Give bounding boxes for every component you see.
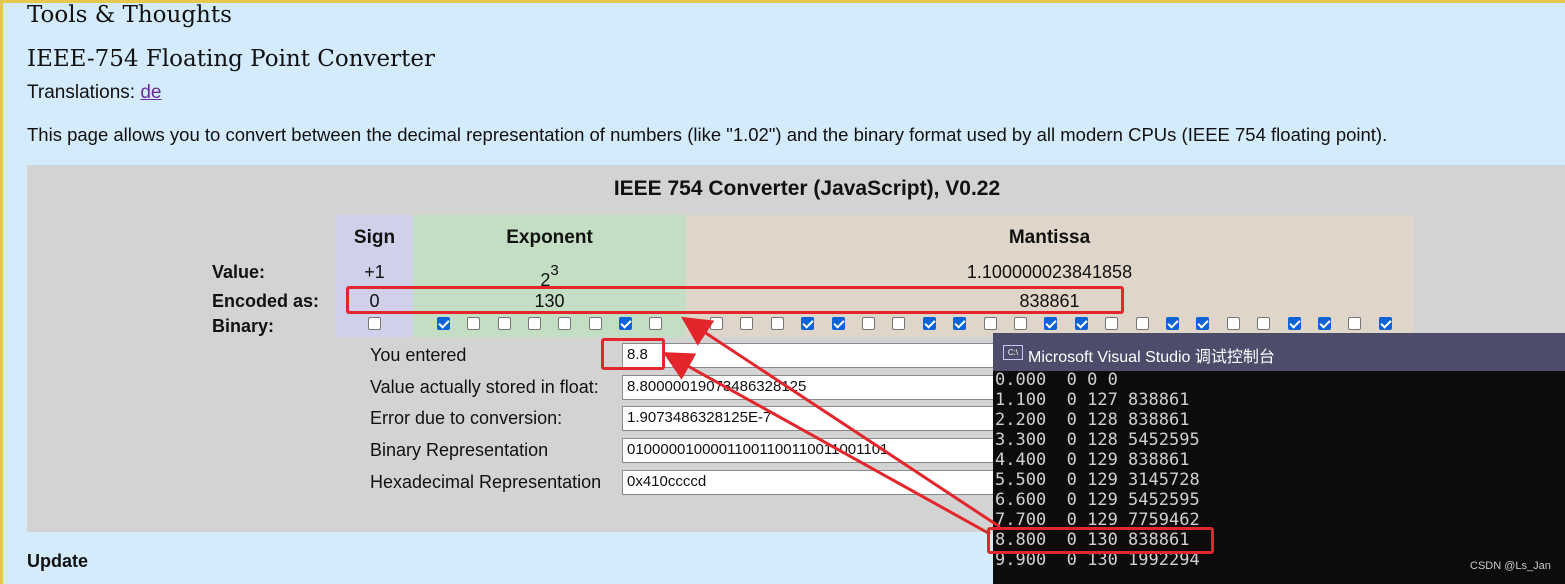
arrow-to-encoded (680, 316, 1001, 529)
annotation-arrows (662, 316, 1001, 536)
arrow-to-input (662, 352, 991, 536)
